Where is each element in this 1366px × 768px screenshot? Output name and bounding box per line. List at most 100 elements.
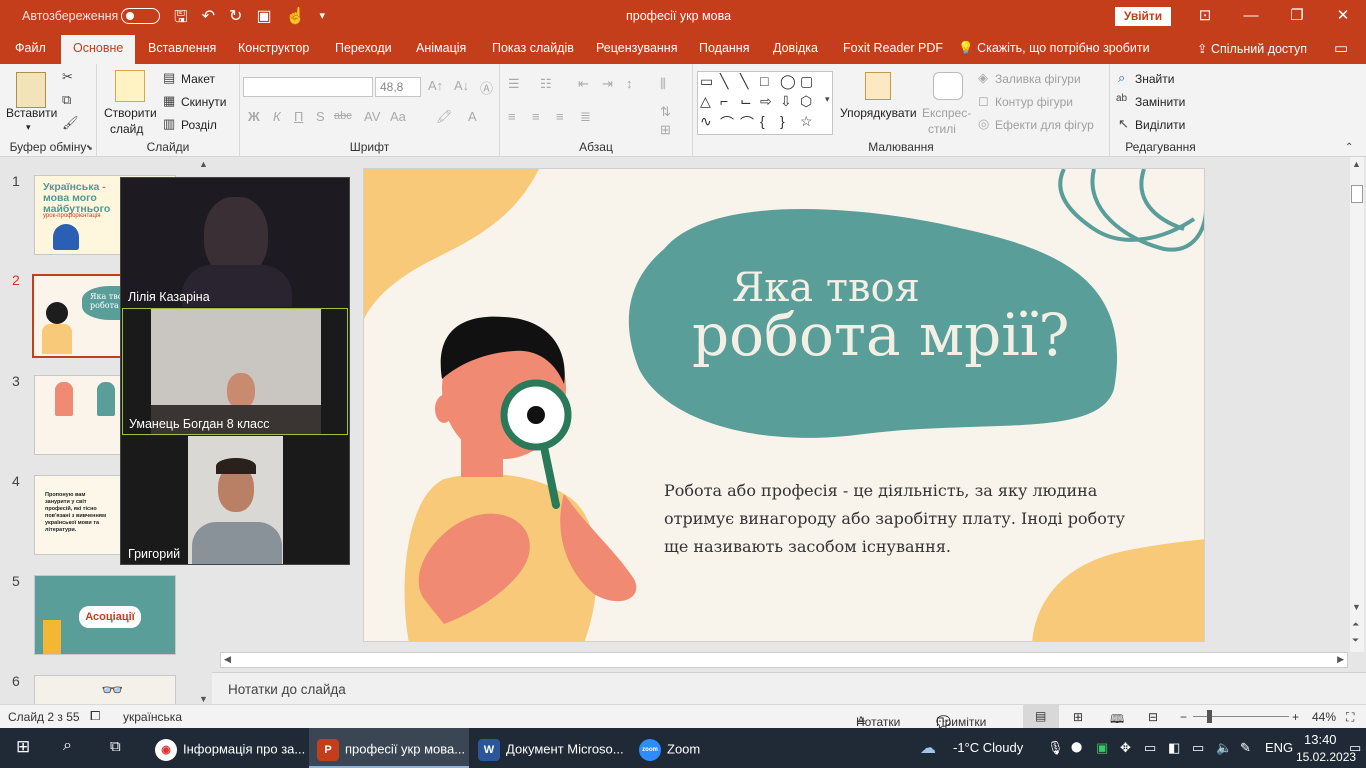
layout-button[interactable]: Макет bbox=[181, 72, 215, 86]
tell-me-box[interactable]: 💡 Скажіть, що потрібно зробити bbox=[958, 41, 1150, 56]
align-right-icon[interactable]: ≡ bbox=[556, 109, 564, 124]
save-icon[interactable]: 🖫 bbox=[174, 6, 188, 33]
clock-time[interactable]: 13:40 bbox=[1304, 732, 1337, 747]
shadow-button[interactable]: S bbox=[316, 109, 325, 124]
slide-vertical-scrollbar[interactable]: ▲ ▼ ⏶ ⏷ bbox=[1350, 157, 1364, 652]
scroll-up-icon[interactable]: ▲ bbox=[1352, 159, 1361, 169]
font-name-box[interactable] bbox=[243, 77, 373, 97]
collapse-ribbon-icon[interactable]: ⌃ bbox=[1345, 142, 1353, 153]
network-icon[interactable]: ◧ bbox=[1168, 740, 1180, 756]
arrange-icon[interactable] bbox=[865, 72, 891, 100]
slide-thumbnail-6[interactable]: 👓 bbox=[34, 675, 176, 704]
curve-shape-icon[interactable]: ⌒ bbox=[740, 113, 760, 133]
tray-app-icon[interactable]: ▣ bbox=[1096, 740, 1108, 756]
shape-outline-button[interactable]: Контур фігури bbox=[995, 95, 1073, 109]
tab-slideshow[interactable]: Показ слайдів bbox=[492, 41, 574, 55]
slideshow-icon[interactable]: ⊟ bbox=[1148, 710, 1158, 724]
clock-date[interactable]: 15.02.2023 bbox=[1296, 750, 1356, 764]
down-arrow-shape-icon[interactable]: ⇩ bbox=[780, 93, 800, 113]
zoom-in-icon[interactable]: + bbox=[1292, 710, 1299, 724]
paste-dropdown-icon[interactable]: ▾ bbox=[26, 122, 31, 133]
triangle-shape-icon[interactable]: △ bbox=[700, 93, 720, 113]
elbow-shape-icon[interactable]: ⌙ bbox=[740, 93, 760, 113]
smartart-icon[interactable]: ⊞ bbox=[660, 122, 671, 138]
arrange-button[interactable]: Упорядкувати bbox=[840, 106, 917, 120]
windows-start-icon[interactable]: ⊞ bbox=[16, 737, 30, 757]
search-icon[interactable]: ⌕ bbox=[63, 737, 72, 755]
shape-fill-button[interactable]: Заливка фігури bbox=[995, 72, 1081, 86]
scroll-up-icon[interactable]: ▲ bbox=[199, 159, 208, 169]
flowchart-shape-icon[interactable]: ⬡ bbox=[800, 93, 820, 113]
restore-button[interactable]: ❐ bbox=[1274, 0, 1320, 33]
char-spacing-icon[interactable]: AV bbox=[364, 109, 380, 124]
format-painter-icon[interactable]: 🖌 bbox=[62, 115, 79, 131]
tab-transitions[interactable]: Переходи bbox=[335, 41, 392, 55]
minimize-button[interactable]: — bbox=[1228, 0, 1274, 33]
quick-styles-label-1[interactable]: Експрес- bbox=[922, 106, 971, 120]
customize-icon[interactable]: ▾ bbox=[320, 6, 326, 33]
tab-design[interactable]: Конструктор bbox=[238, 41, 309, 55]
shape-effects-icon[interactable]: ◎ bbox=[978, 116, 989, 132]
line-shape-icon[interactable]: ╲ bbox=[720, 73, 740, 93]
tab-review[interactable]: Рецензування bbox=[596, 41, 677, 55]
cut-icon[interactable]: ✂ bbox=[62, 69, 73, 85]
slide-sorter-icon[interactable]: ⊞ bbox=[1073, 710, 1083, 724]
ribbon-display-icon[interactable]: ⊡ bbox=[1182, 0, 1228, 33]
close-button[interactable]: ✕ bbox=[1320, 0, 1366, 33]
share-button[interactable]: ⇪ Спільний доступ bbox=[1197, 41, 1307, 56]
tab-file[interactable]: Файл bbox=[15, 41, 46, 55]
shapes-gallery[interactable]: ▭ ╲ ╲ □ ◯ ▢ △ ⌐ ⌙ ⇨ ⇩ ⬡ ∿ ⌒ ⌒{} ☆ bbox=[697, 71, 833, 135]
brace-right-shape-icon[interactable]: } bbox=[780, 113, 800, 133]
shapes-more-icon[interactable]: ▾ bbox=[825, 94, 830, 105]
strike-button[interactable]: abc bbox=[334, 110, 352, 122]
notes-pane[interactable]: Нотатки до слайда bbox=[212, 672, 1366, 704]
underline-button[interactable]: П bbox=[294, 109, 303, 124]
scroll-thumb[interactable] bbox=[1351, 185, 1363, 203]
zoom-video-window[interactable]: ⤢ Лілія Казаріна Уманець Богдан 8 класс … bbox=[120, 177, 350, 565]
clipboard-launcher-icon[interactable]: ⬊ bbox=[86, 143, 93, 152]
sign-in-button[interactable]: Увійти bbox=[1115, 7, 1171, 26]
rect-shape-icon[interactable]: □ bbox=[760, 73, 780, 93]
current-slide[interactable]: Яка твоя робота мрії? Робота або професі… bbox=[363, 168, 1205, 642]
microphone-icon[interactable]: 🎙 bbox=[1047, 740, 1064, 756]
taskbar-chrome[interactable]: ◉ Інформація про за... bbox=[155, 728, 305, 768]
scroll-left-icon[interactable]: ◀ bbox=[224, 654, 231, 665]
tab-home[interactable]: Основне bbox=[61, 35, 136, 64]
autosave-toggle[interactable] bbox=[121, 8, 160, 24]
zoom-tray-icon[interactable]: ⬤ bbox=[1071, 742, 1082, 753]
taskbar-zoom[interactable]: zoom Zoom bbox=[639, 728, 719, 768]
tab-view[interactable]: Подання bbox=[699, 41, 749, 55]
quick-styles-label-2[interactable]: стилі bbox=[928, 122, 956, 136]
section-icon[interactable]: ▥ bbox=[163, 116, 175, 132]
font-size-box[interactable]: 48,8 bbox=[375, 77, 421, 97]
scroll-down-icon[interactable]: ▼ bbox=[1352, 602, 1361, 612]
scroll-right-icon[interactable]: ▶ bbox=[1337, 654, 1344, 665]
reset-button[interactable]: Скинути bbox=[181, 95, 226, 109]
shape-effects-button[interactable]: Ефекти для фігур bbox=[995, 118, 1094, 132]
notifications-icon[interactable]: ▭ bbox=[1349, 740, 1361, 756]
new-slide-label-2[interactable]: слайд bbox=[110, 122, 143, 136]
zoom-slider-thumb[interactable] bbox=[1207, 710, 1212, 723]
text-direction-icon[interactable]: ⇅ bbox=[660, 104, 671, 120]
horizontal-scrollbar[interactable]: ◀ ▶ bbox=[220, 652, 1348, 668]
decrease-font-icon[interactable]: A↓ bbox=[454, 78, 469, 93]
textbox-shape-icon[interactable]: ▭ bbox=[700, 73, 720, 93]
tab-insert[interactable]: Вставлення bbox=[148, 41, 216, 55]
section-button[interactable]: Розділ bbox=[181, 118, 217, 132]
tray-settings-icon[interactable]: ✥ bbox=[1120, 740, 1131, 756]
tab-foxit[interactable]: Foxit Reader PDF bbox=[843, 41, 943, 55]
brace-left-shape-icon[interactable]: { bbox=[760, 113, 780, 133]
present-icon[interactable]: ▣ bbox=[256, 6, 271, 33]
justify-icon[interactable]: ≣ bbox=[580, 109, 591, 125]
video-tile-1[interactable]: Лілія Казаріна bbox=[122, 179, 348, 307]
zoom-level[interactable]: 44% bbox=[1312, 710, 1336, 724]
video-tile-3[interactable]: Григорий bbox=[122, 436, 348, 564]
oval-shape-icon[interactable]: ◯ bbox=[780, 73, 800, 93]
replace-icon[interactable]: ab bbox=[1116, 93, 1127, 104]
new-slide-label-1[interactable]: Створити bbox=[104, 106, 157, 120]
battery-icon[interactable]: ▭ bbox=[1192, 740, 1204, 756]
tab-help[interactable]: Довідка bbox=[773, 41, 818, 55]
paste-button[interactable]: Вставити bbox=[6, 106, 57, 120]
font-color-icon[interactable]: A bbox=[468, 109, 477, 124]
comments-icon[interactable]: ▭ bbox=[1334, 39, 1348, 57]
